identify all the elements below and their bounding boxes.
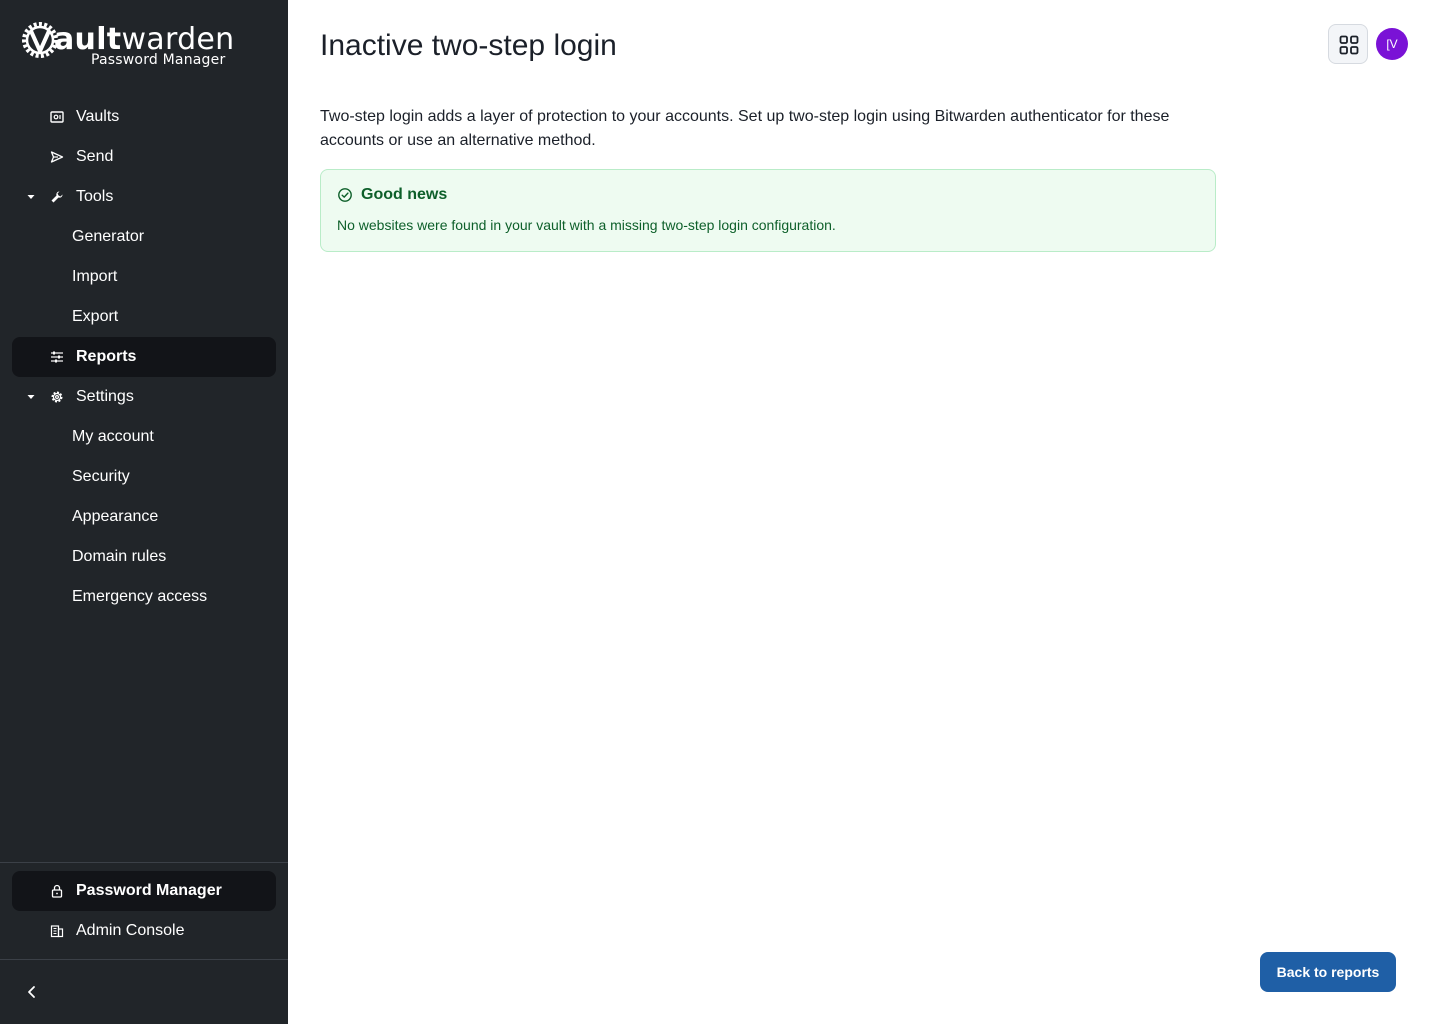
caret-down-icon — [27, 395, 35, 399]
grid-icon — [1339, 35, 1359, 55]
wrench-icon — [51, 191, 63, 203]
sidebar-item-domain-rules[interactable]: Domain rules — [12, 537, 276, 577]
collapse-sidebar-button[interactable] — [18, 978, 46, 1006]
vaultwarden-logo[interactable]: aultwarden Password Manager — [20, 18, 234, 72]
sidebar-item-label: Generator — [72, 228, 145, 245]
sidebar-item-appearance[interactable]: Appearance — [12, 497, 276, 537]
check-circle-icon — [338, 188, 352, 202]
sliders-icon — [51, 351, 63, 363]
sidebar-item-label: Vaults — [76, 108, 120, 125]
sidebar-item-generator[interactable]: Generator — [12, 217, 276, 257]
sidebar-item-label: Appearance — [72, 508, 159, 525]
sidebar-divider — [0, 862, 288, 863]
sidebar-item-label: Send — [76, 148, 114, 165]
avatar[interactable]: [V — [1376, 28, 1408, 60]
sidebar-item-label: Import — [72, 268, 118, 285]
sidebar-divider — [0, 959, 288, 960]
sidebar-item-label: Tools — [76, 188, 114, 205]
caret-down-icon — [27, 195, 35, 199]
sidebar-item-label: Domain rules — [72, 548, 167, 565]
sidebar-item-my-account[interactable]: My account — [12, 417, 276, 457]
building-icon — [50, 925, 64, 938]
sidebar-item-label: Security — [72, 468, 130, 485]
sidebar-item-label: Reports — [76, 348, 137, 365]
sidebar-item-send[interactable]: Send — [12, 137, 276, 177]
sidebar: aultwarden Password Manager Vaults Send … — [0, 0, 288, 1024]
send-icon — [50, 151, 64, 163]
back-to-reports-button[interactable]: Back to reports — [1260, 952, 1396, 992]
sidebar-item-settings[interactable]: Settings — [12, 377, 276, 417]
sidebar-item-label: Settings — [76, 388, 134, 405]
page-title: Inactive two-step login — [320, 29, 617, 62]
sidebar-item-label: Export — [72, 308, 119, 325]
sidebar-item-reports[interactable]: Reports — [12, 337, 276, 377]
logo-subtitle: Password Manager — [91, 52, 226, 68]
app-switcher-button[interactable] — [1328, 24, 1368, 64]
product-switch-admin-console[interactable]: Admin Console — [12, 911, 276, 951]
chevron-left-icon — [28, 986, 35, 998]
sidebar-item-label: Admin Console — [76, 922, 185, 939]
sidebar-item-label: My account — [72, 428, 154, 445]
main-content: Inactive two-step login [V Two-step logi… — [288, 0, 1440, 1024]
success-callout: Good news No websites were found in your… — [320, 169, 1216, 252]
lock-icon — [51, 884, 63, 898]
page-description: Two-step login adds a layer of protectio… — [320, 108, 1170, 149]
vault-icon — [50, 111, 64, 123]
product-switch-password-manager[interactable]: Password Manager — [12, 871, 276, 911]
callout-message: No websites were found in your vault wit… — [337, 217, 836, 233]
sidebar-item-security[interactable]: Security — [12, 457, 276, 497]
sidebar-item-label: Password Manager — [76, 882, 222, 899]
sidebar-item-tools[interactable]: Tools — [12, 177, 276, 217]
sidebar-item-emergency-access[interactable]: Emergency access — [12, 577, 276, 617]
gear-icon — [51, 391, 63, 403]
sidebar-item-vaults[interactable]: Vaults — [12, 97, 276, 137]
callout-title: Good news — [361, 186, 448, 203]
sidebar-item-export[interactable]: Export — [12, 297, 276, 337]
sidebar-item-import[interactable]: Import — [12, 257, 276, 297]
sidebar-item-label: Emergency access — [72, 588, 208, 605]
